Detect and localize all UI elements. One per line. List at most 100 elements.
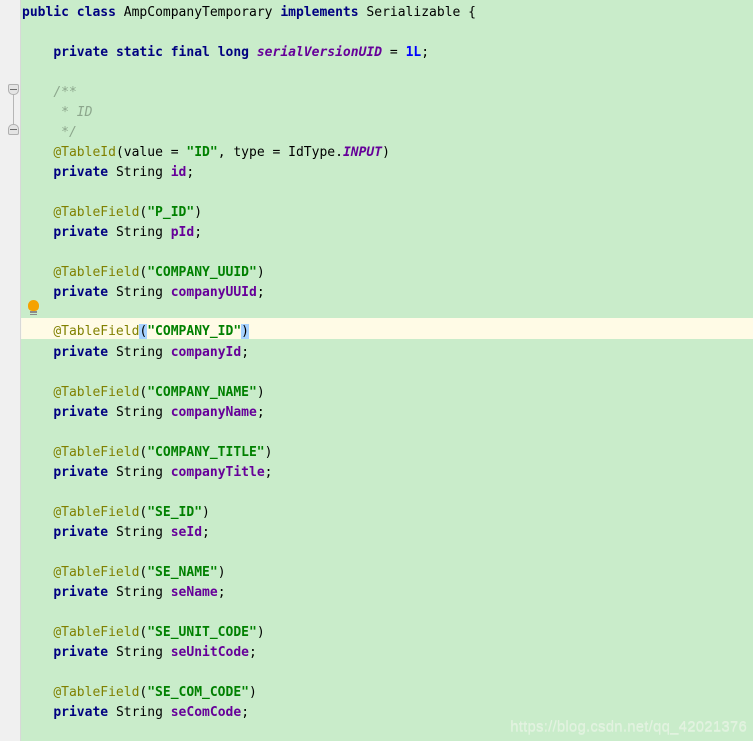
code-token-str: "COMPANY_TITLE": [147, 445, 265, 460]
code-token-anno: @TableField: [53, 265, 140, 280]
code-token-kw: long: [217, 45, 250, 60]
code-token-plain: ;: [194, 225, 203, 240]
code-token-plain: ;: [241, 345, 250, 360]
code-token-plain: ): [194, 205, 203, 220]
code-token-brkmatch: ): [241, 324, 249, 339]
code-token-str: "SE_ID": [147, 505, 203, 520]
code-line[interactable]: private String seName;: [22, 583, 226, 603]
code-token-str: "COMPANY_NAME": [147, 385, 257, 400]
code-line[interactable]: @TableId(value = "ID", type = IdType.INP…: [22, 143, 390, 163]
code-token-str: "P_ID": [147, 205, 195, 220]
code-line[interactable]: @TableField("SE_COM_CODE"): [22, 683, 257, 703]
code-token-kw: private: [53, 645, 109, 660]
code-line[interactable]: private String seComCode;: [22, 703, 249, 723]
code-token-comment: */: [53, 125, 77, 140]
code-token-anno: @TableField: [53, 445, 140, 460]
code-token-str: "SE_UNIT_CODE": [147, 625, 257, 640]
code-token-kw: public: [22, 5, 69, 20]
code-token-ident: String: [115, 645, 163, 660]
code-token-plain: ;: [217, 585, 226, 600]
code-line[interactable]: private String companyId;: [22, 343, 249, 363]
code-line[interactable]: @TableField("COMPANY_UUID"): [22, 263, 265, 283]
code-line[interactable]: * ID: [22, 103, 92, 123]
code-line[interactable]: private String id;: [22, 163, 194, 183]
code-line[interactable]: private String seUnitCode;: [22, 643, 257, 663]
csdn-watermark: https://blog.csdn.net/qq_42021376: [510, 718, 747, 735]
code-token-kw: private: [53, 285, 109, 300]
code-token-kw: static: [115, 45, 163, 60]
code-token-anno: @TableField: [53, 565, 140, 580]
code-token-plain: ): [256, 385, 265, 400]
code-line[interactable]: private String pId;: [22, 223, 202, 243]
code-token-ident: Serializable: [366, 5, 461, 20]
code-line[interactable]: @TableField("SE_UNIT_CODE"): [22, 623, 264, 643]
code-line[interactable]: private String companyName;: [22, 403, 264, 423]
code-token-str: "SE_NAME": [147, 565, 218, 580]
code-token-kw: private: [53, 165, 109, 180]
code-token-anno: @TableField: [53, 324, 140, 339]
code-token-kw: private: [53, 525, 109, 540]
code-token-field: companyUUId: [170, 285, 257, 300]
code-token-ident: String: [115, 465, 163, 480]
code-token-kw: private: [53, 465, 109, 480]
code-line[interactable]: @TableField("P_ID"): [22, 203, 202, 223]
code-token-plain: ): [264, 445, 273, 460]
code-token-ident: String: [115, 405, 163, 420]
code-token-kw: private: [53, 585, 109, 600]
code-token-ident: AmpCompanyTemporary: [123, 5, 273, 20]
code-token-plain: ;: [202, 525, 210, 540]
code-line[interactable]: @TableField("COMPANY_ID"): [22, 322, 249, 342]
code-text-layer[interactable]: public class AmpCompanyTemporary impleme…: [0, 0, 753, 741]
code-token-field: companyId: [170, 345, 242, 360]
code-token-plain: , type =: [217, 145, 289, 160]
code-token-anno: @TableId: [53, 145, 116, 160]
code-line[interactable]: @TableField("SE_NAME"): [22, 563, 225, 583]
code-line[interactable]: @TableField("COMPANY_NAME"): [22, 383, 265, 403]
code-token-str: "COMPANY_UUID": [147, 265, 257, 280]
code-token-ident: IdType.: [288, 145, 343, 160]
code-line[interactable]: private static final long serialVersionU…: [22, 43, 429, 63]
code-token-comment: * ID: [53, 105, 93, 120]
code-line[interactable]: private String companyUUId;: [22, 283, 264, 303]
code-line[interactable]: @TableField("COMPANY_TITLE"): [22, 443, 272, 463]
code-line[interactable]: private String seId;: [22, 523, 210, 543]
code-token-plain: =: [382, 45, 406, 60]
code-line[interactable]: /**: [22, 83, 76, 103]
code-token-field: pId: [170, 225, 195, 240]
code-token-kw: class: [76, 5, 116, 20]
code-token-anno: @TableField: [53, 385, 140, 400]
code-token-ident: String: [115, 705, 163, 720]
code-line[interactable]: @TableField("SE_ID"): [22, 503, 210, 523]
code-token-kw: private: [53, 225, 109, 240]
code-line[interactable]: */: [22, 123, 77, 143]
code-line[interactable]: private String companyTitle;: [22, 463, 272, 483]
code-token-str: "ID": [186, 145, 218, 160]
code-token-plain: ): [256, 265, 265, 280]
code-line[interactable]: public class AmpCompanyTemporary impleme…: [22, 3, 476, 23]
